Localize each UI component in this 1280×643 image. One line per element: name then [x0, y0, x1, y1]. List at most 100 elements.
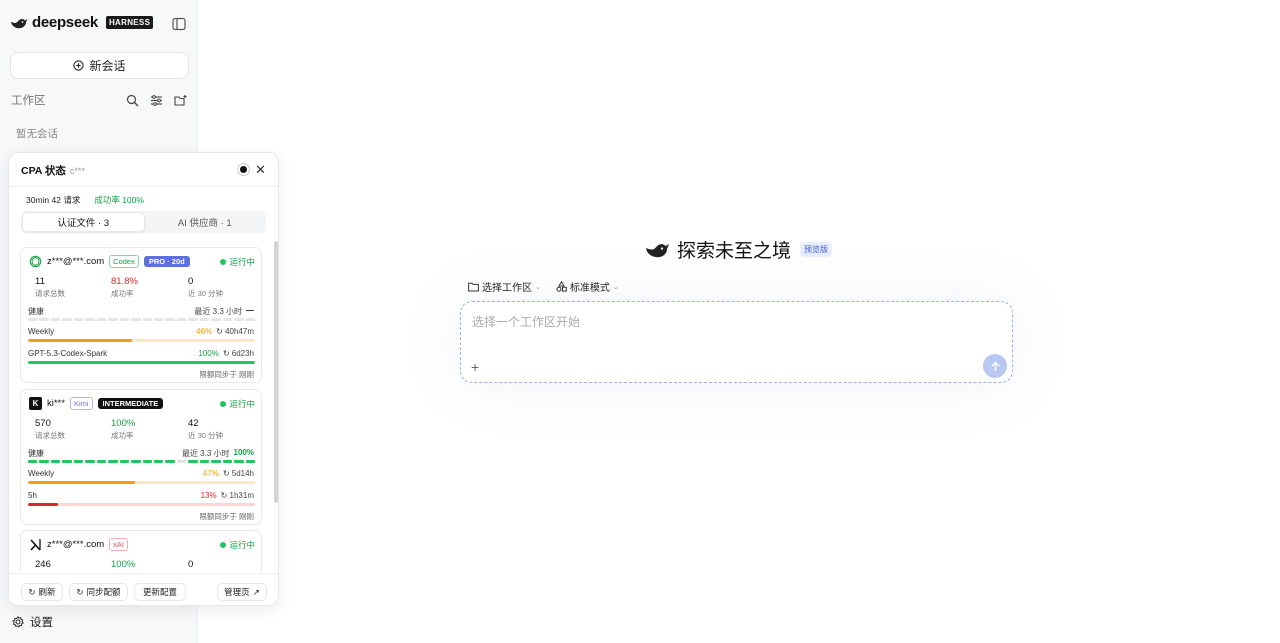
- weekly-bar: [28, 481, 255, 484]
- spark-bar: [28, 361, 255, 364]
- stats-requests: 30min 42 请求: [26, 195, 81, 205]
- health-value: —: [246, 306, 254, 315]
- account-name: z***@***.com: [47, 256, 105, 267]
- prompt-input-box[interactable]: 选择一个工作区开始 +: [460, 301, 1013, 383]
- limit-pct: 100%: [198, 349, 219, 358]
- filter-sliders-icon[interactable]: [150, 94, 163, 107]
- new-chat-label: 新会话: [89, 59, 126, 73]
- green-dot-icon: [220, 401, 227, 407]
- tier-badge: PRO · 20d: [143, 256, 190, 267]
- hero-heading: 探索未至之境 预览版: [645, 236, 833, 263]
- mode-select-label: 标准模式: [569, 283, 610, 294]
- five-hour-bar: [28, 503, 255, 506]
- status-text: 运行中: [229, 540, 255, 550]
- account-card[interactable]: z***@***.com xAI 运行中 246 100% 0: [20, 530, 262, 571]
- plus-circle-icon: [73, 60, 85, 71]
- cpa-title: CPA 状态: [21, 165, 66, 177]
- logo-text: deepseek: [32, 14, 98, 31]
- status-dot-icon[interactable]: [240, 166, 247, 173]
- sync-quota-button[interactable]: ↻ 同步配额: [69, 583, 128, 601]
- shapes-icon: [556, 281, 567, 292]
- limit-name: Weekly: [28, 327, 55, 336]
- limit-pct: 46%: [196, 327, 213, 336]
- chevron-down-icon: ⌄: [535, 283, 541, 291]
- send-button[interactable]: [983, 354, 1007, 378]
- health-window-text: 最近 3.3 小时: [194, 307, 242, 316]
- limit-pct: 13%: [200, 491, 217, 500]
- metric-value: 100%: [111, 418, 136, 429]
- folder-icon: [468, 282, 479, 291]
- settings-label: 设置: [30, 617, 53, 629]
- metric-value: 11: [35, 276, 45, 287]
- metric-value: 570: [35, 418, 51, 429]
- metric-value: 246: [35, 559, 51, 570]
- health-label: 健康: [28, 449, 44, 458]
- metric-recent: 42 近 30 分钟: [188, 418, 223, 441]
- settings-button[interactable]: 设置: [12, 614, 53, 630]
- openai-icon: [29, 255, 42, 268]
- health-label: 健康: [28, 307, 44, 316]
- stats-success: 成功率 100%: [94, 195, 144, 205]
- weekly-bar: [28, 339, 255, 342]
- cpa-tabs: 认证文件 · 3 AI 供应商 · 1: [21, 211, 266, 233]
- preview-badge: 预览版: [800, 242, 833, 257]
- metric-rate: 81.8% 成功率: [111, 276, 138, 299]
- account-card[interactable]: K ki*** Kimi INTERMEDIATE 运行中 570 请求总数 10…: [20, 389, 262, 525]
- account-name: z***@***.com: [47, 539, 105, 550]
- status-running: 运行中: [220, 256, 255, 268]
- metric-rate: 100%: [111, 559, 135, 570]
- status-text: 运行中: [229, 399, 255, 409]
- search-icon[interactable]: [126, 94, 139, 107]
- whale-logo-icon: [11, 18, 28, 28]
- hero-title: 探索未至之境: [677, 241, 792, 262]
- mode-select[interactable]: 标准模式 ⌄: [556, 279, 619, 294]
- green-dot-icon: [220, 259, 227, 265]
- attach-plus-icon[interactable]: +: [471, 360, 479, 374]
- manage-page-button[interactable]: 管理页 ↗: [217, 583, 267, 601]
- health-window-text: 最近 3.3 小时: [181, 449, 230, 458]
- limit-name: GPT-5.3-Codex-Spark: [28, 349, 108, 358]
- tab-ai-providers[interactable]: AI 供应商 · 1: [145, 212, 266, 232]
- tier-badge: INTERMEDIATE: [97, 398, 164, 409]
- metric-total: 246: [35, 559, 51, 570]
- limit-reset: ↻ 1h31m: [220, 491, 254, 500]
- metric-label: 请求总数: [35, 289, 65, 298]
- manage-label: 管理页: [224, 587, 250, 597]
- metric-rate: 100% 成功率: [111, 418, 135, 441]
- account-card[interactable]: z***@***.com Codex PRO · 20d 运行中 11 请求总数 …: [20, 247, 262, 383]
- limit-reset: ↻ 40h47m: [216, 327, 254, 336]
- metric-value: 100%: [111, 559, 136, 570]
- new-chat-button[interactable]: 新会话: [10, 52, 189, 79]
- progress-fill: [28, 503, 58, 506]
- provider-badge: Codex: [109, 255, 139, 268]
- health-bar-green: [28, 460, 256, 463]
- tab-auth-files[interactable]: 认证文件 · 3: [22, 212, 145, 232]
- metric-label: 近 30 分钟: [188, 431, 224, 440]
- metric-total: 11 请求总数: [35, 276, 65, 299]
- empty-sessions-text: 暂无会话: [16, 128, 58, 140]
- update-config-button[interactable]: 更新配置: [134, 583, 186, 601]
- limit-info: 47% ↻ 5d14h: [203, 469, 254, 478]
- prompt-placeholder: 选择一个工作区开始: [472, 315, 581, 329]
- metric-value: 81.8%: [111, 276, 138, 287]
- cpa-subtitle: c***: [69, 165, 85, 176]
- refresh-button[interactable]: ↻ 刷新: [21, 583, 63, 601]
- metric-value: 0: [188, 276, 194, 287]
- scrollbar[interactable]: [274, 241, 278, 503]
- limit-info: 13% ↻ 1h31m: [201, 491, 254, 500]
- progress-fill: [28, 481, 135, 484]
- status-text: 运行中: [229, 257, 255, 267]
- sidebar-toggle-icon[interactable]: [172, 17, 186, 31]
- health-bar-grey: [28, 318, 256, 321]
- harness-badge: HARNESS: [105, 16, 154, 29]
- logo[interactable]: deepseek HARNESS: [10, 14, 154, 31]
- new-folder-icon[interactable]: [174, 94, 187, 107]
- account-list: z***@***.com Codex PRO · 20d 运行中 11 请求总数 …: [20, 247, 263, 571]
- workspace-select[interactable]: 选择工作区 ⌄: [468, 279, 541, 294]
- status-running: 运行中: [220, 539, 255, 551]
- green-dot-icon: [220, 542, 227, 548]
- cpa-stats: 30min 42 请求 成功率 100%: [26, 194, 144, 206]
- close-icon[interactable]: ✕: [255, 163, 266, 176]
- limit-reset: ↻ 6d23h: [222, 349, 254, 358]
- limit-pct: 47%: [202, 469, 219, 478]
